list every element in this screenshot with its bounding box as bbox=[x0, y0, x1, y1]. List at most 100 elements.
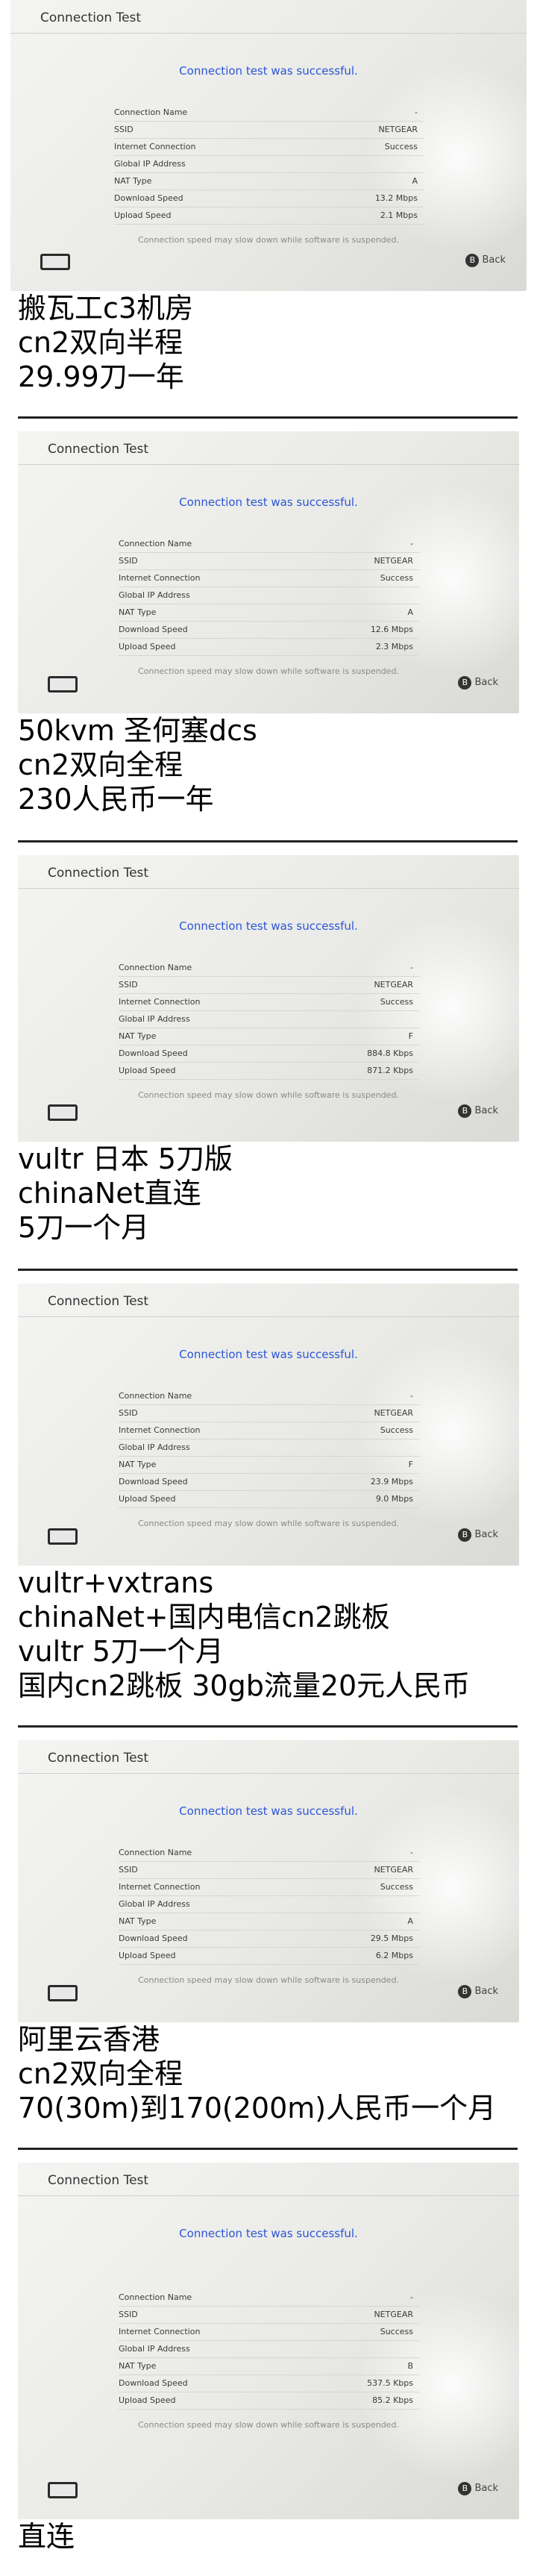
result-row-nat-type: NAT Type A bbox=[119, 1913, 419, 1931]
success-message: Connection test was successful. bbox=[179, 1804, 358, 1818]
result-label: Download Speed bbox=[119, 625, 188, 634]
results-table: Connection Name - SSID NETGEAR Internet Conn… bbox=[119, 1388, 419, 1508]
result-label: Upload Speed bbox=[119, 2395, 176, 2405]
result-row-connection-name: Connection Name - bbox=[119, 536, 419, 553]
result-value: A bbox=[407, 607, 413, 617]
b-button-icon: B bbox=[458, 676, 472, 690]
bottom-bar: B Back bbox=[18, 1972, 519, 2016]
result-value: Success bbox=[380, 2327, 413, 2336]
result-row-nat-type: NAT Type B bbox=[119, 2358, 419, 2375]
result-label: Connection Name bbox=[119, 2292, 192, 2302]
result-row-download-speed: Download Speed 12.6 Mbps bbox=[119, 622, 419, 639]
console-screen: Connection Test Connection test was succe… bbox=[18, 1740, 519, 1985]
bottom-bar: B Back bbox=[10, 240, 527, 285]
result-value: NETGEAR bbox=[374, 2310, 413, 2319]
result-value: - bbox=[410, 539, 413, 548]
result-label: SSID bbox=[119, 980, 138, 990]
result-row-nat-type: NAT Type A bbox=[114, 173, 424, 190]
caption: vultr 日本 5刀版 chinaNet直连 5刀一个月 bbox=[18, 1142, 233, 1245]
result-value: F bbox=[408, 1031, 413, 1041]
back-label: Back bbox=[482, 254, 506, 266]
screen-title: Connection Test bbox=[48, 1294, 149, 1309]
section-divider bbox=[18, 416, 518, 419]
screen-title: Connection Test bbox=[48, 2173, 149, 2188]
result-label: Upload Speed bbox=[119, 1951, 176, 1960]
back-button[interactable]: B Back bbox=[458, 1528, 498, 1542]
result-value: - bbox=[410, 1391, 413, 1401]
result-row-upload-speed: Upload Speed 6.2 Mbps bbox=[119, 1948, 419, 1965]
result-label: Download Speed bbox=[119, 1048, 188, 1058]
result-value: 871.2 Kbps bbox=[367, 1066, 413, 1075]
result-label: Internet Connection bbox=[119, 2327, 201, 2336]
result-value: 23.9 Mbps bbox=[370, 1477, 413, 1486]
result-label: Connection Name bbox=[119, 963, 192, 972]
title-bar: Connection Test bbox=[18, 431, 519, 465]
result-label: Download Speed bbox=[119, 1933, 188, 1943]
back-button[interactable]: B Back bbox=[458, 1104, 498, 1118]
back-label: Back bbox=[474, 2483, 498, 2494]
success-message: Connection test was successful. bbox=[179, 2227, 358, 2240]
result-row-download-speed: Download Speed 884.8 Kbps bbox=[119, 1045, 419, 1063]
bottom-bar: B Back bbox=[18, 1091, 519, 1136]
caption-line: 70(30m)到170(200m)人民币一个月 bbox=[18, 2092, 497, 2125]
result-row-ssid: SSID NETGEAR bbox=[119, 1405, 419, 1422]
result-label: Global IP Address bbox=[119, 590, 190, 600]
caption-line: chinaNet直连 bbox=[18, 1177, 201, 1210]
result-row-upload-speed: Upload Speed 871.2 Kbps bbox=[119, 1063, 419, 1080]
back-label: Back bbox=[474, 677, 498, 688]
caption-line: 50kvm 圣何塞dcs bbox=[18, 714, 257, 747]
result-row-nat-type: NAT Type F bbox=[119, 1028, 419, 1045]
result-value: A bbox=[407, 1916, 413, 1926]
result-row-nat-type: NAT Type F bbox=[119, 1457, 419, 1474]
connection-test-photo: Connection Test Connection test was succe… bbox=[18, 855, 519, 1142]
result-row-ssid: SSID NETGEAR bbox=[119, 2307, 419, 2324]
result-label: Internet Connection bbox=[119, 997, 201, 1007]
bottom-bar: B Back bbox=[18, 663, 519, 707]
caption-line: cn2双向全程 bbox=[18, 748, 183, 781]
result-row-internet-connection: Internet Connection Success bbox=[114, 139, 424, 156]
result-value: 9.0 Mbps bbox=[375, 1494, 413, 1504]
section-divider bbox=[18, 2148, 518, 2150]
result-value: 29.5 Mbps bbox=[370, 1933, 413, 1943]
connection-test-photo: Connection Test Connection test was succe… bbox=[18, 1740, 519, 2022]
result-value: Success bbox=[380, 573, 413, 583]
result-label: SSID bbox=[114, 125, 134, 134]
result-value: Success bbox=[380, 997, 413, 1007]
result-label: SSID bbox=[119, 2310, 138, 2319]
b-button-icon: B bbox=[465, 254, 480, 267]
back-button[interactable]: B Back bbox=[458, 1985, 498, 1998]
result-label: Download Speed bbox=[119, 1477, 188, 1486]
b-button-icon: B bbox=[458, 2482, 472, 2495]
caption-line: 国内cn2跳板 30gb流量20元人民币 bbox=[18, 1669, 471, 1702]
title-bar: Connection Test bbox=[10, 0, 527, 34]
result-row-download-speed: Download Speed 13.2 Mbps bbox=[114, 190, 424, 207]
controller-icon bbox=[48, 2482, 78, 2498]
result-row-connection-name: Connection Name - bbox=[119, 1388, 419, 1405]
result-row-nat-type: NAT Type A bbox=[119, 604, 419, 622]
caption: 直连 bbox=[18, 2519, 75, 2554]
result-value: 537.5 Kbps bbox=[367, 2378, 413, 2388]
result-label: Upload Speed bbox=[114, 210, 172, 220]
result-value: 13.2 Mbps bbox=[374, 193, 418, 203]
caption-line: 5刀一个月 bbox=[18, 1211, 150, 1244]
result-value: 884.8 Kbps bbox=[367, 1048, 413, 1058]
caption-line: vultr+vxtrans bbox=[18, 1566, 214, 1599]
result-row-global-ip: Global IP Address bbox=[119, 1439, 419, 1457]
caption-line: 直连 bbox=[18, 2520, 75, 2553]
result-row-upload-speed: Upload Speed 9.0 Mbps bbox=[119, 1491, 419, 1508]
result-row-ssid: SSID NETGEAR bbox=[119, 553, 419, 570]
connection-test-photo: Connection Test Connection test was succe… bbox=[18, 2163, 519, 2519]
result-label: Internet Connection bbox=[119, 573, 201, 583]
back-button[interactable]: B Back bbox=[465, 254, 506, 267]
result-label: Connection Name bbox=[119, 539, 192, 548]
success-message: Connection test was successful. bbox=[179, 495, 358, 509]
result-value: F bbox=[408, 1460, 413, 1469]
back-button[interactable]: B Back bbox=[458, 2482, 498, 2495]
b-button-icon: B bbox=[458, 1104, 472, 1118]
result-label: Global IP Address bbox=[119, 2344, 190, 2354]
caption-line: 29.99刀一年 bbox=[18, 360, 184, 393]
section-divider bbox=[18, 1725, 518, 1728]
result-value: - bbox=[410, 2292, 413, 2302]
result-label: NAT Type bbox=[119, 1031, 157, 1041]
back-button[interactable]: B Back bbox=[458, 676, 498, 690]
